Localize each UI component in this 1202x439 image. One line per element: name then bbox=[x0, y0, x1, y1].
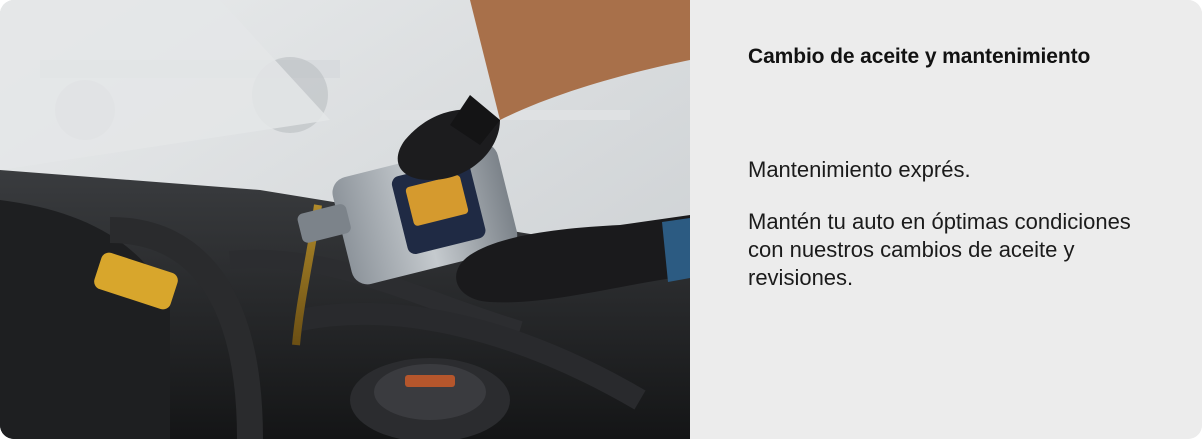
oil-change-photo bbox=[0, 0, 690, 439]
service-card[interactable]: Cambio de aceite y mantenimiento Manteni… bbox=[0, 0, 1202, 439]
card-description: Mantén tu auto en óptimas condiciones co… bbox=[748, 209, 1131, 290]
oil-change-illustration bbox=[0, 0, 690, 439]
card-subtitle: Mantenimiento exprés. bbox=[748, 157, 971, 182]
card-content: Cambio de aceite y mantenimiento Manteni… bbox=[690, 0, 1202, 439]
card-title: Cambio de aceite y mantenimiento bbox=[748, 45, 1091, 68]
